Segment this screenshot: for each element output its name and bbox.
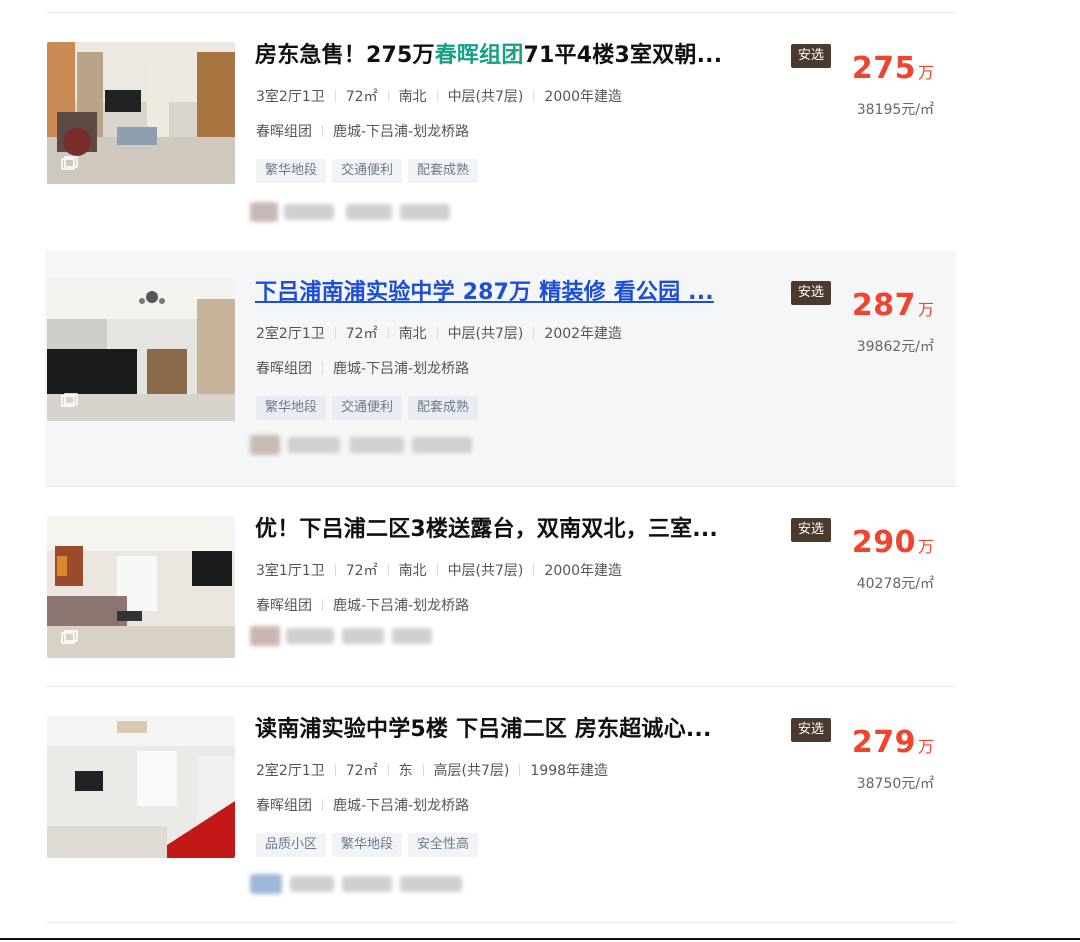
house-info: 2室2厅1卫 72㎡ 南北 中层(共7层) 2002年建造	[256, 324, 622, 344]
tag: 交通便利	[332, 396, 403, 420]
community-link[interactable]: 春晖组团	[256, 124, 312, 140]
listing-photo[interactable]	[47, 716, 235, 858]
listing-card[interactable]: 优！下吕浦二区3楼送露台，双南双北，三室... 安选 3室1厅1卫 72㎡ 南北 中层…	[45, 487, 956, 687]
orientation: 南北	[398, 89, 427, 105]
listing-card[interactable]: 房东急售！275万春晖组团71平4楼3室双朝... 安选 3室2厅1卫 72㎡ 南北…	[45, 13, 956, 249]
tag: 品质小区	[256, 833, 327, 857]
listing-photo[interactable]	[47, 279, 235, 421]
listing-title[interactable]: 优！下吕浦二区3楼送露台，双南双北，三室...	[255, 515, 775, 545]
tag: 繁华地段	[332, 833, 403, 857]
unit-price: 39862元/㎡	[856, 339, 934, 355]
agent-info-blurred	[250, 434, 480, 456]
location: 春晖组团 鹿城-下吕浦-划龙桥路	[256, 596, 469, 616]
gallery-icon	[61, 156, 78, 170]
tag-list: 繁华地段 交通便利 配套成熟	[256, 159, 484, 183]
tag: 配套成熟	[408, 396, 479, 420]
listing-photo[interactable]	[47, 42, 235, 184]
community-link[interactable]: 春晖组团	[256, 361, 312, 377]
agent-info-blurred	[250, 201, 460, 223]
total-price: 279 万	[851, 725, 934, 760]
listing-title[interactable]: 读南浦实验中学5楼 下吕浦二区 房东超诚心...	[255, 715, 775, 745]
listing-title[interactable]: 下吕浦南浦实验中学 287万 精装修 看公园 ...	[255, 278, 775, 308]
build-year: 1998年建造	[530, 763, 609, 779]
room-layout: 2室2厅1卫	[256, 326, 325, 342]
tag: 交通便利	[332, 159, 403, 183]
room-layout: 3室1厅1卫	[256, 563, 325, 579]
floor: 中层(共7层)	[447, 563, 524, 579]
listing-photo[interactable]	[47, 516, 235, 658]
gallery-icon	[61, 393, 78, 407]
floor: 中层(共7层)	[447, 89, 524, 105]
agent-info-blurred	[250, 873, 470, 895]
title-highlight: 春晖组团	[434, 43, 524, 68]
house-info: 3室1厅1卫 72㎡ 南北 中层(共7层) 2000年建造	[256, 561, 622, 581]
location: 春晖组团 鹿城-下吕浦-划龙桥路	[256, 359, 469, 379]
unit-price: 38750元/㎡	[856, 776, 934, 792]
total-price: 275 万	[851, 51, 934, 86]
community-link[interactable]: 春晖组团	[256, 598, 312, 614]
room-layout: 3室2厅1卫	[256, 89, 325, 105]
build-year: 2002年建造	[544, 326, 623, 342]
build-year: 2000年建造	[544, 563, 623, 579]
floor: 高层(共7层)	[433, 763, 510, 779]
area: 72㎡	[345, 563, 378, 579]
tag-list: 品质小区 繁华地段 安全性高	[256, 833, 484, 857]
house-info: 3室2厅1卫 72㎡ 南北 中层(共7层) 2000年建造	[256, 87, 622, 107]
agent-info-blurred	[250, 625, 440, 647]
tag: 繁华地段	[256, 159, 327, 183]
location: 春晖组团 鹿城-下吕浦-划龙桥路	[256, 796, 469, 816]
orientation: 南北	[398, 326, 427, 342]
listing-card[interactable]: 下吕浦南浦实验中学 287万 精装修 看公园 ... 安选 2室2厅1卫 72㎡ 南…	[45, 250, 956, 486]
anxuan-badge: 安选	[791, 518, 831, 542]
orientation: 东	[398, 763, 413, 779]
anxuan-badge: 安选	[791, 281, 831, 305]
tag: 安全性高	[408, 833, 479, 857]
room-layout: 2室2厅1卫	[256, 763, 325, 779]
district[interactable]: 鹿城-下吕浦-划龙桥路	[333, 361, 469, 377]
district[interactable]: 鹿城-下吕浦-划龙桥路	[333, 798, 469, 814]
orientation: 南北	[398, 563, 427, 579]
total-price: 290 万	[851, 525, 934, 560]
listing-title[interactable]: 房东急售！275万春晖组团71平4楼3室双朝...	[255, 41, 775, 71]
anxuan-badge: 安选	[791, 718, 831, 742]
community-link[interactable]: 春晖组团	[256, 798, 312, 814]
area: 72㎡	[345, 763, 378, 779]
anxuan-badge: 安选	[791, 44, 831, 68]
area: 72㎡	[345, 326, 378, 342]
floor: 中层(共7层)	[447, 326, 524, 342]
district[interactable]: 鹿城-下吕浦-划龙桥路	[333, 124, 469, 140]
area: 72㎡	[345, 89, 378, 105]
gallery-icon	[61, 630, 78, 644]
tag-list: 繁华地段 交通便利 配套成熟	[256, 396, 484, 420]
house-info: 2室2厅1卫 72㎡ 东 高层(共7层) 1998年建造	[256, 761, 608, 781]
build-year: 2000年建造	[544, 89, 623, 105]
tag: 配套成熟	[408, 159, 479, 183]
tag: 繁华地段	[256, 396, 327, 420]
bottom-border	[0, 938, 1080, 940]
location: 春晖组团 鹿城-下吕浦-划龙桥路	[256, 122, 469, 142]
row-divider	[45, 922, 956, 923]
listing-card[interactable]: 读南浦实验中学5楼 下吕浦二区 房东超诚心... 安选 2室2厅1卫 72㎡ 东 高层…	[45, 687, 956, 923]
district[interactable]: 鹿城-下吕浦-划龙桥路	[333, 598, 469, 614]
unit-price: 38195元/㎡	[856, 102, 934, 118]
unit-price: 40278元/㎡	[856, 576, 934, 592]
total-price: 287 万	[851, 288, 934, 323]
